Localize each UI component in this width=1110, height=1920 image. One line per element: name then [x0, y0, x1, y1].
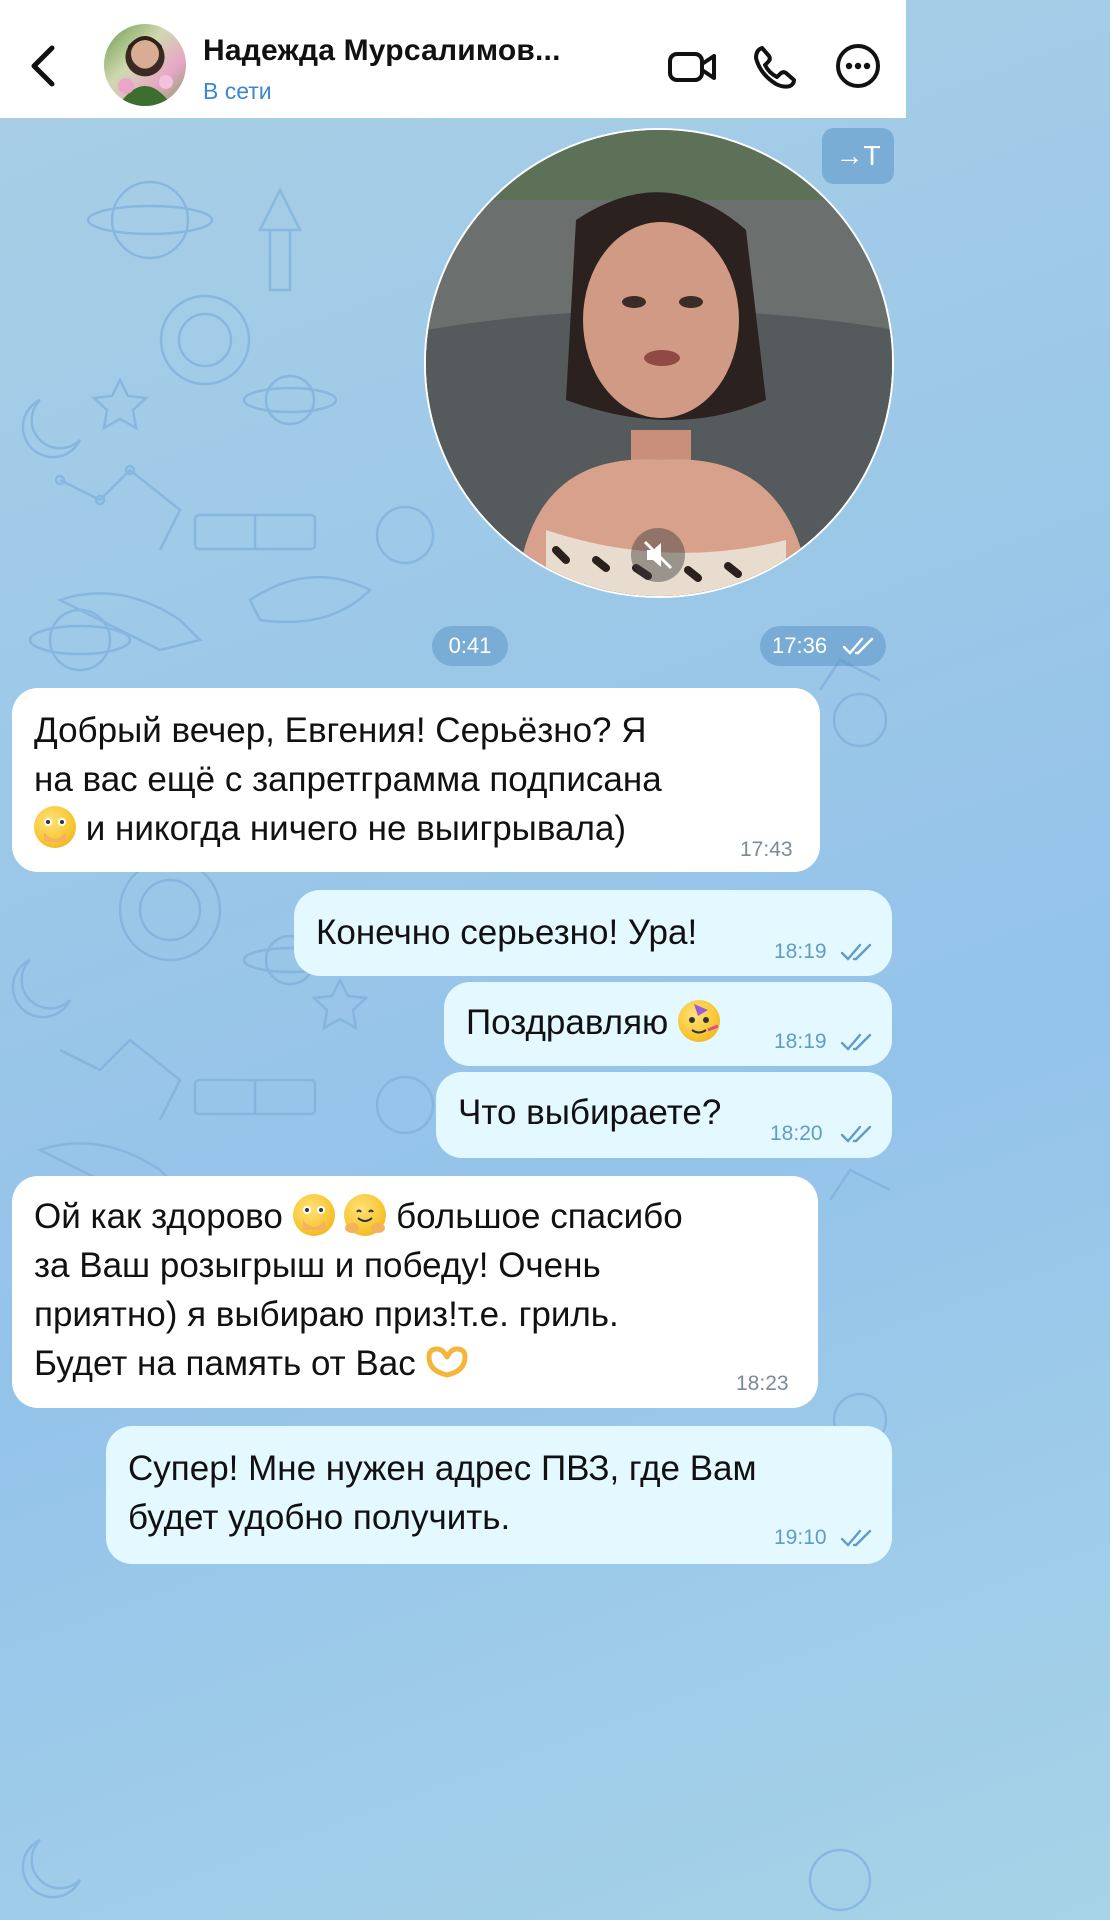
message-time: 19:10	[774, 1526, 827, 1549]
contact-name[interactable]: Надежда Мурсалимов...	[203, 34, 561, 68]
message-bubble[interactable]: Добрый вечер, Евгения! Серьёзно? Я на ва…	[12, 688, 820, 872]
hugging-face-emoji-icon	[344, 1194, 387, 1236]
message-bubble[interactable]: Ой как здорово большое спасибо за Ваш ро…	[12, 1176, 818, 1408]
message-text: Поздравляю	[466, 998, 721, 1047]
message-bubble[interactable]: Супер! Мне нужен адрес ПВЗ, где Вам буде…	[106, 1426, 892, 1564]
message-time: 18:19	[774, 1030, 827, 1053]
message-line: будет удобно получить.	[128, 1498, 511, 1537]
message-line: приятно) я выбираю приз!т.е. гриль.	[34, 1295, 619, 1334]
face-with-hand-emoji-icon	[34, 806, 76, 848]
message-line-with-emoji: Ой как здорово большое спасибо	[34, 1192, 683, 1241]
message-line: Супер! Мне нужен адрес ПВЗ, где Вам	[128, 1449, 757, 1488]
muted-speaker-icon	[643, 540, 673, 570]
message-bubble[interactable]: Поздравляю 18:19	[444, 982, 892, 1066]
message-line: на вас ещё с запретграмма подписана	[34, 760, 662, 799]
message-time: 17:43	[740, 838, 793, 861]
chat-header: Надежда Мурсалимов... В сети	[0, 0, 906, 118]
double-check-icon	[840, 1125, 872, 1143]
message-time: 18:20	[770, 1122, 823, 1145]
message-time: 18:19	[774, 940, 827, 963]
phone-icon[interactable]	[748, 38, 804, 94]
translate-button[interactable]: →T	[822, 128, 894, 184]
message-time: 18:23	[736, 1372, 789, 1395]
face-with-hand-emoji-icon	[292, 1194, 335, 1236]
message-text: Что выбираете?	[458, 1093, 722, 1132]
message-line: Добрый вечер, Евгения! Серьёзно? Я	[34, 711, 647, 750]
message-bubble[interactable]: Что выбираете? 18:20	[436, 1072, 892, 1158]
chevron-left-icon[interactable]	[24, 40, 64, 92]
party-face-emoji-icon	[678, 1000, 721, 1042]
double-check-icon	[840, 1529, 872, 1547]
heart-hands-emoji-icon	[425, 1343, 469, 1378]
avatar[interactable]	[104, 24, 186, 106]
contact-status: В сети	[203, 78, 272, 104]
video-time-badge: 17:36	[760, 626, 886, 666]
video-time: 17:36	[772, 633, 828, 658]
more-icon[interactable]	[830, 38, 886, 94]
message-line-with-emoji: и никогда ничего не выигрывала)	[34, 804, 626, 853]
mute-toggle[interactable]	[631, 528, 685, 582]
message-line-with-emoji: Будет на память от Вас	[34, 1339, 469, 1388]
double-check-icon	[840, 943, 872, 961]
double-check-icon	[842, 637, 874, 655]
video-camera-icon[interactable]	[664, 38, 720, 94]
message-bubble[interactable]: Конечно серьезно! Ура! 18:19	[294, 890, 892, 976]
message-text: Конечно серьезно! Ура!	[316, 913, 698, 952]
double-check-icon	[840, 1033, 872, 1051]
video-message[interactable]	[424, 128, 894, 598]
message-line: за Ваш розыгрыш и победу! Очень	[34, 1246, 601, 1285]
video-duration: 0:41	[432, 626, 508, 666]
